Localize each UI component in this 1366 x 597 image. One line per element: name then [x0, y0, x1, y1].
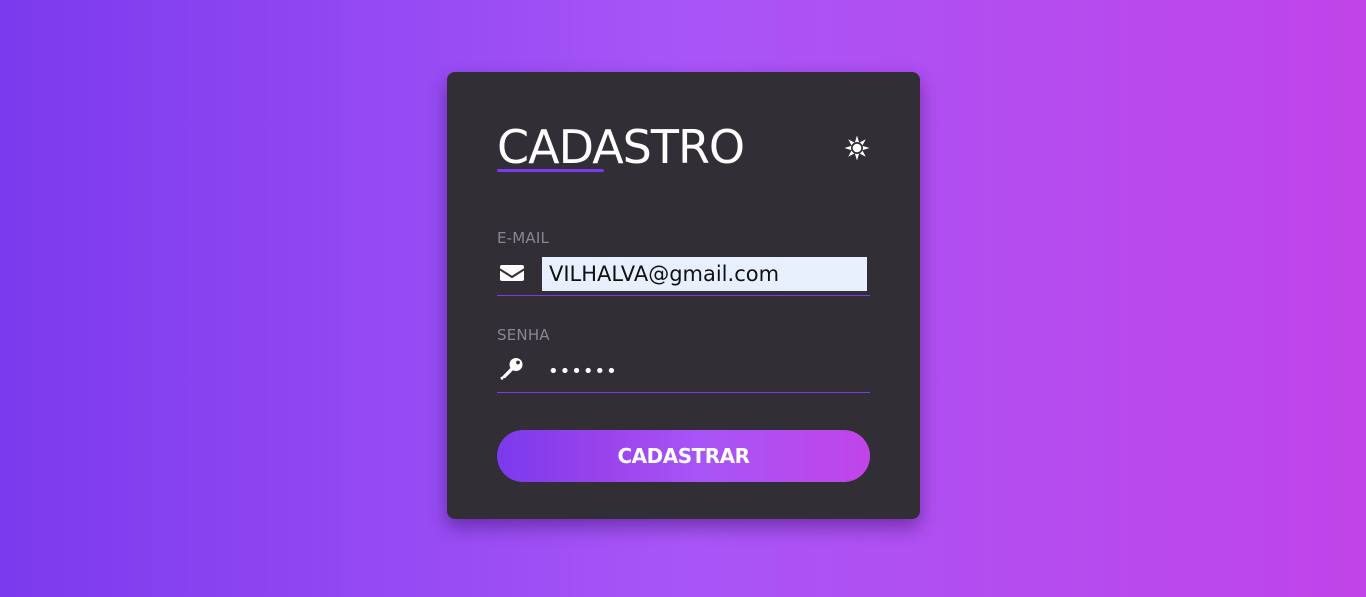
- email-field-row: [497, 257, 870, 296]
- signup-card: CADASTRO E-MAIL SENHA CADA: [447, 72, 920, 519]
- password-input[interactable]: [542, 354, 867, 388]
- email-input[interactable]: [542, 257, 867, 291]
- submit-button[interactable]: CADASTRAR: [497, 430, 870, 482]
- email-label: E-MAIL: [497, 229, 550, 247]
- key-icon: [499, 358, 525, 381]
- title-underline: [497, 169, 604, 172]
- page-title: CADASTRO: [497, 120, 745, 174]
- theme-toggle-button[interactable]: [844, 135, 870, 161]
- password-label: SENHA: [497, 326, 550, 344]
- password-field-row: [497, 354, 870, 393]
- envelope-icon: [499, 262, 525, 284]
- sun-icon: [844, 135, 870, 161]
